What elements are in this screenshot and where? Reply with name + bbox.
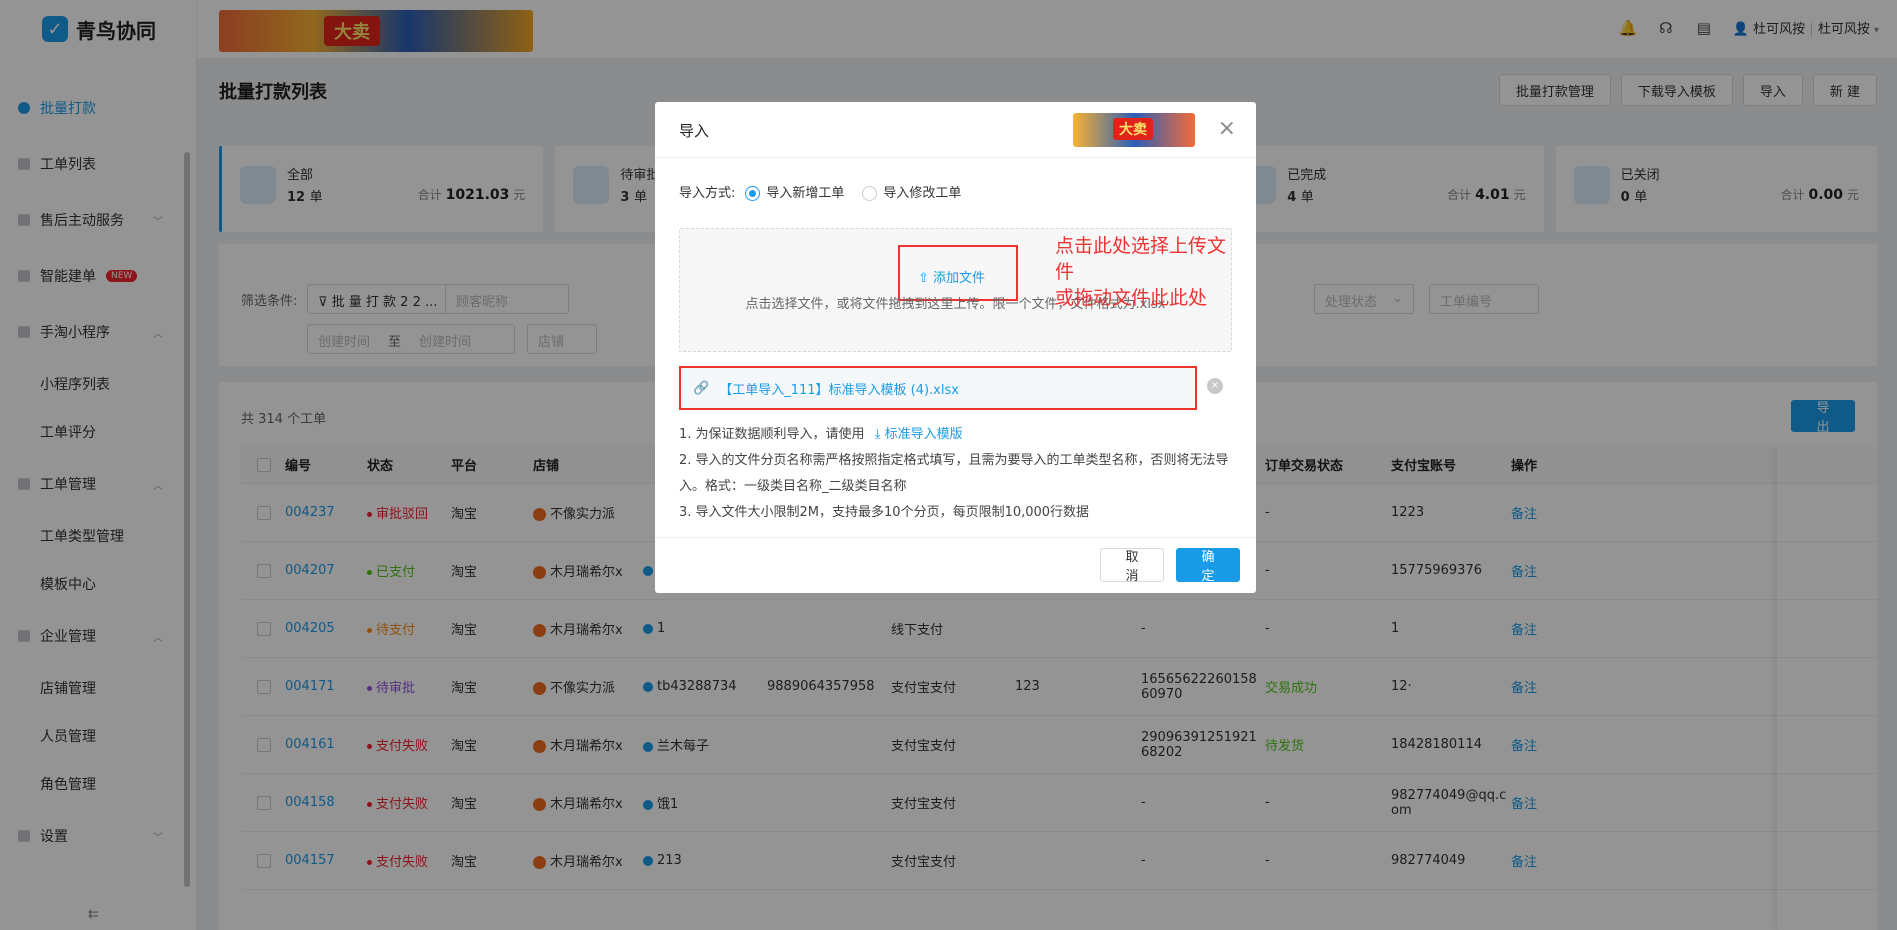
file-name: 【工单导入_111】标准导入模板 (4).xlsx [719,382,959,398]
file-drop-zone[interactable]: ⇧ 添加文件 点击选择文件，或将文件拖拽到这里上传。限一个文件，文件格式为.xl… [679,228,1232,352]
close-icon[interactable]: × [1218,116,1236,141]
import-mode-label: 导入方式: [679,186,736,201]
note-2: 2. 导入的文件分页名称需严格按照指定格式填写，且需为要导入的工单类型名称，否则… [679,453,1229,494]
upload-icon: ⇧ [918,271,929,286]
radio-import-new[interactable]: 导入新增工单 [745,182,844,201]
annotation-text: 点击此处选择上传文件 或拖动文件此此处 [1055,235,1227,309]
radio-unchecked-icon [862,186,878,201]
link-icon: 🔗 [693,380,710,396]
import-mode-row: 导入方式: 导入新增工单 导入修改工单 [679,182,961,201]
import-notes: 1. 为保证数据顺利导入，请使用 ⤓ 标准导入模版 2. 导入的文件分页名称需严… [679,422,1234,526]
modal-title: 导入 [679,122,710,140]
cancel-button[interactable]: 取 消 [1100,548,1164,584]
add-file-button[interactable]: ⇧ 添加文件 [918,267,985,286]
radio-import-edit[interactable]: 导入修改工单 [862,182,961,201]
uploaded-file[interactable]: 🔗 【工单导入_111】标准导入模板 (4).xlsx [679,366,1197,410]
radio-checked-icon [745,186,761,201]
note-3: 3. 导入文件大小限制2M，支持最多10个分页，每页限制10,000行数据 [679,505,1090,520]
confirm-button[interactable]: 确 定 [1176,548,1240,584]
standard-template-link[interactable]: ⤓ 标准导入模版 [875,427,963,442]
download-icon: ⤓ [874,427,881,442]
remove-file-icon[interactable]: × [1207,378,1223,394]
import-modal: 导入 大卖 × 导入方式: 导入新增工单 导入修改工单 ⇧ 添加文件 点击选择文… [655,102,1256,593]
modal-banner-text: 大卖 [1113,118,1153,140]
modal-promo-banner[interactable]: 大卖 [1073,113,1195,147]
